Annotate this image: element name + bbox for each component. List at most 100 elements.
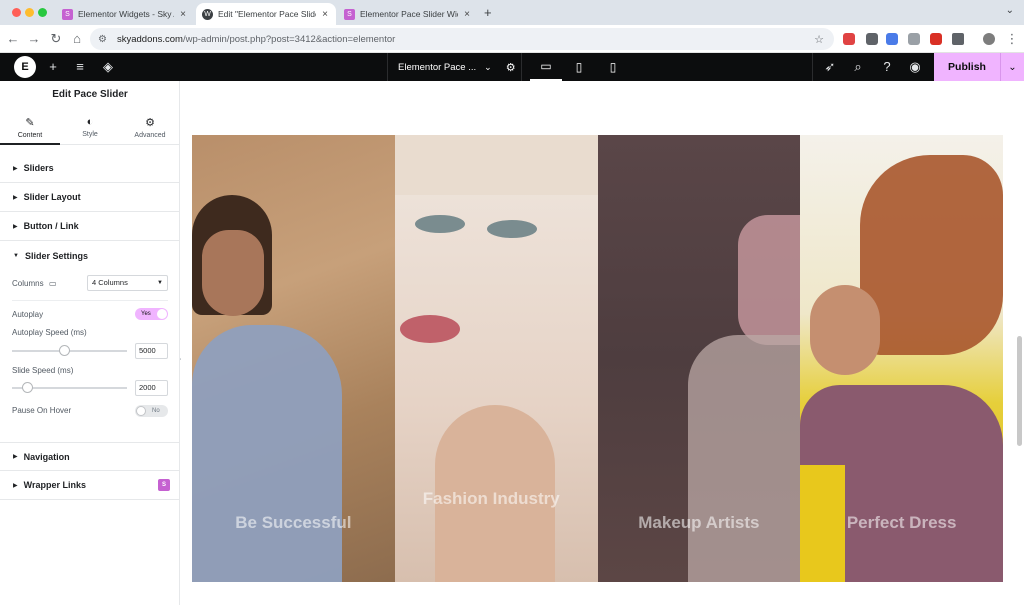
slide[interactable]: Perfect Dress xyxy=(800,135,1003,582)
autoplay-speed-slider[interactable] xyxy=(12,345,127,356)
document-settings[interactable]: Elementor Pace ... ⌄ ⚙ xyxy=(387,53,522,81)
section-label: Sliders xyxy=(23,163,54,173)
new-tab-button[interactable]: + xyxy=(484,5,492,20)
caret-right-icon: ▶ xyxy=(13,454,18,460)
slide-caption: Perfect Dress xyxy=(846,513,957,532)
toolbar-divider xyxy=(812,53,813,81)
slider-handle[interactable] xyxy=(58,345,70,356)
slide[interactable]: Be Successful xyxy=(192,135,395,582)
mobile-view-icon[interactable]: ▯ xyxy=(597,53,629,81)
browser-tab-strip: S Elementor Widgets - Sky Addons × W Edi… xyxy=(0,0,1024,25)
pause-on-hover-label: Pause On Hover xyxy=(12,406,72,415)
section-wrapper-links[interactable]: ▶ Wrapper Links S xyxy=(0,471,180,500)
slider-handle[interactable] xyxy=(22,382,34,393)
reload-icon[interactable]: ↻ xyxy=(48,31,64,47)
browser-tab-active[interactable]: W Edit "Elementor Pace Slider W × xyxy=(196,3,336,25)
profile-avatar[interactable] xyxy=(983,33,995,45)
toggle-text: No xyxy=(152,408,160,414)
site-settings-icon[interactable]: ≡ xyxy=(72,59,88,74)
toggle-knob xyxy=(136,406,146,416)
sky-addons-icon: S xyxy=(62,8,73,20)
forward-icon[interactable]: → xyxy=(26,31,42,46)
address-bar[interactable]: ⚙ skyaddons.com/wp-admin/post.php?post=3… xyxy=(90,28,834,50)
page-settings-gear-icon[interactable]: ⚙ xyxy=(506,61,516,74)
slide-speed-slider[interactable] xyxy=(12,382,127,393)
caret-down-icon: ▼ xyxy=(13,252,19,259)
chevron-down-icon[interactable]: ⌄ xyxy=(484,62,492,73)
slide-image-face xyxy=(810,285,881,375)
tab-advanced[interactable]: ⚙ Advanced xyxy=(120,109,180,145)
slide-image-eye xyxy=(414,215,465,233)
slide[interactable]: Makeup Artists xyxy=(597,135,801,582)
browser-menu-icon[interactable]: ⋮ xyxy=(1004,31,1020,47)
pace-slider[interactable]: Be Successful Fashion Industry Makeup Ar… xyxy=(192,135,1003,582)
add-element-icon[interactable]: + xyxy=(45,59,61,74)
extensions-puzzle-icon[interactable] xyxy=(952,33,964,45)
tab-content[interactable]: ✎ Content xyxy=(0,109,60,145)
slide-speed-label: Slide Speed (ms) xyxy=(12,366,74,375)
autoplay-toggle[interactable]: Yes xyxy=(135,308,168,320)
caret-right-icon: ▶ xyxy=(13,223,18,230)
tablet-view-icon[interactable]: ▯ xyxy=(563,53,595,81)
slide[interactable]: Fashion Industry xyxy=(394,135,598,582)
scrollbar[interactable] xyxy=(1017,336,1022,446)
caret-right-icon: ▶ xyxy=(13,165,18,172)
autoplay-speed-label: Autoplay Speed (ms) xyxy=(12,328,87,337)
close-tab-icon[interactable]: × xyxy=(322,9,328,20)
minimize-window-button[interactable] xyxy=(25,8,34,17)
browser-tab[interactable]: S Elementor Pace Slider Widget × xyxy=(338,3,478,25)
search-icon[interactable]: ⌕ xyxy=(850,59,866,75)
autoplay-speed-input[interactable]: 5000 xyxy=(135,343,168,359)
bookmark-star-icon[interactable]: ☆ xyxy=(814,33,824,46)
section-slider-layout[interactable]: ▶ Slider Layout xyxy=(0,183,180,212)
tab-search-icon[interactable]: ⌄ xyxy=(1006,5,1014,16)
url-text: skyaddons.com/wp-admin/post.php?post=341… xyxy=(117,34,395,45)
browser-tab[interactable]: S Elementor Widgets - Sky Addons × xyxy=(56,3,194,25)
section-slider-settings[interactable]: ▼ Slider Settings xyxy=(0,241,180,270)
pencil-icon: ✎ xyxy=(25,117,35,129)
publish-options-chevron-icon[interactable]: ⌄ xyxy=(1000,53,1024,81)
sky-addons-badge-icon: S xyxy=(158,479,170,491)
notifications-rocket-icon[interactable]: ➶ xyxy=(822,59,838,75)
zoom-window-button[interactable] xyxy=(38,8,47,17)
section-navigation[interactable]: ▶ Navigation xyxy=(0,442,180,471)
structure-layers-icon[interactable]: ◈ xyxy=(100,59,116,75)
desktop-view-icon[interactable]: ▭ xyxy=(530,53,562,81)
panel-tabs: ✎ Content ◐ Style ⚙ Advanced xyxy=(0,109,180,145)
close-tab-icon[interactable]: × xyxy=(180,9,186,20)
extension-icon[interactable] xyxy=(843,33,855,45)
tab-style[interactable]: ◐ Style xyxy=(60,109,120,145)
close-tab-icon[interactable]: × xyxy=(464,9,470,20)
slide-image-head xyxy=(737,215,801,345)
translate-icon[interactable] xyxy=(886,33,898,45)
slide-image-face xyxy=(202,230,264,316)
slide-image-body xyxy=(687,335,801,582)
help-icon[interactable]: ? xyxy=(879,59,895,74)
elementor-logo-button[interactable]: E xyxy=(14,56,36,78)
tab-title: Elementor Widgets - Sky Addons xyxy=(78,9,174,19)
extension-icon[interactable] xyxy=(908,33,920,45)
slide-image-hair xyxy=(860,155,1003,355)
section-button-link[interactable]: ▶ Button / Link xyxy=(0,212,180,241)
caret-down-icon: ▼ xyxy=(157,280,163,286)
preview-eye-icon[interactable]: ◉ xyxy=(907,59,923,75)
slide-speed-input[interactable]: 2000 xyxy=(135,380,168,396)
close-window-button[interactable] xyxy=(12,8,21,17)
site-info-icon[interactable]: ⚙ xyxy=(98,34,107,45)
autoplay-label: Autoplay xyxy=(12,310,44,319)
browser-toolbar: ← → ↻ ⌂ ⚙ skyaddons.com/wp-admin/post.ph… xyxy=(0,25,1024,53)
slide-caption: Be Successful xyxy=(235,513,352,532)
slide-image-eye xyxy=(486,220,537,238)
url-host: skyaddons.com xyxy=(116,33,183,45)
publish-button[interactable]: Publish xyxy=(934,53,1000,81)
section-label: Navigation xyxy=(23,451,70,462)
columns-select[interactable]: 4 Columns ▼ xyxy=(87,275,168,291)
toggle-text: Yes xyxy=(141,311,151,317)
back-icon[interactable]: ← xyxy=(5,31,21,46)
home-icon[interactable]: ⌂ xyxy=(69,31,85,46)
pause-on-hover-toggle[interactable]: No xyxy=(135,405,168,417)
desktop-monitor-icon[interactable]: ▭ xyxy=(49,279,57,288)
extension-icon[interactable] xyxy=(866,33,878,45)
extension-icon[interactable] xyxy=(930,33,942,45)
section-sliders[interactable]: ▶ Sliders xyxy=(0,154,180,183)
